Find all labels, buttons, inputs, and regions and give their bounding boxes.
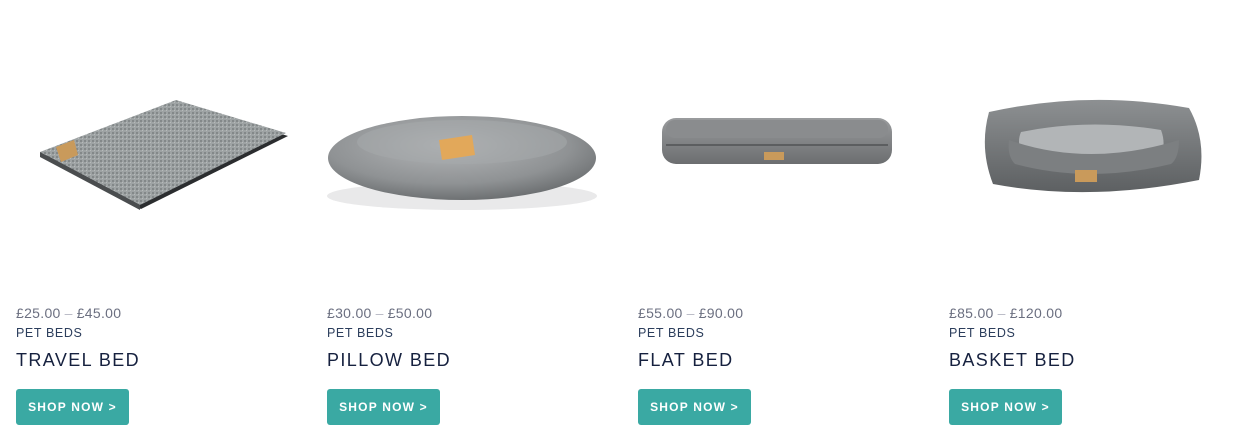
product-card-flat-bed: £55.00– £90.00 PET BEDS FLAT BED SHOP NOW… xyxy=(638,0,938,442)
price-separator: – xyxy=(64,305,73,321)
price-from: £30.00 xyxy=(327,305,372,321)
product-title-link[interactable]: TRAVEL BED xyxy=(16,350,140,371)
shop-now-button[interactable]: SHOP NOW > xyxy=(949,389,1062,425)
price-from: £25.00 xyxy=(16,305,61,321)
product-title-link[interactable]: PILLOW BED xyxy=(327,350,451,371)
basket-bed-image[interactable] xyxy=(949,60,1237,250)
product-card-travel-bed: £25.00– £45.00 PET BEDS TRAVEL BED SHOP N… xyxy=(16,0,316,442)
price-separator: – xyxy=(997,305,1006,321)
price-range: £85.00– £120.00 xyxy=(949,305,1062,321)
price-from: £85.00 xyxy=(949,305,994,321)
price-to: £50.00 xyxy=(387,305,433,321)
price-separator: – xyxy=(375,305,384,321)
price-to: £45.00 xyxy=(76,305,122,321)
price-range: £55.00– £90.00 xyxy=(638,305,743,321)
shop-now-button[interactable]: SHOP NOW > xyxy=(16,389,129,425)
pillow-bed-image[interactable] xyxy=(327,60,615,250)
product-card-basket-bed: £85.00– £120.00 PET BEDS BASKET BED SHOP … xyxy=(949,0,1246,442)
price-separator: – xyxy=(686,305,695,321)
price-to: £120.00 xyxy=(1009,305,1063,321)
shop-now-button[interactable]: SHOP NOW > xyxy=(638,389,751,425)
product-category-link[interactable]: PET BEDS xyxy=(327,326,393,340)
flat-bed-image[interactable] xyxy=(638,60,926,250)
product-card-pillow-bed: £30.00– £50.00 PET BEDS PILLOW BED SHOP N… xyxy=(327,0,627,442)
product-title-link[interactable]: BASKET BED xyxy=(949,350,1076,371)
shop-now-button[interactable]: SHOP NOW > xyxy=(327,389,440,425)
price-from: £55.00 xyxy=(638,305,683,321)
price-to: £90.00 xyxy=(698,305,744,321)
product-category-link[interactable]: PET BEDS xyxy=(16,326,82,340)
product-title-link[interactable]: FLAT BED xyxy=(638,350,734,371)
travel-bed-image[interactable] xyxy=(16,60,304,250)
price-range: £30.00– £50.00 xyxy=(327,305,432,321)
product-grid: £25.00– £45.00 PET BEDS TRAVEL BED SHOP N… xyxy=(0,0,1246,442)
product-category-link[interactable]: PET BEDS xyxy=(638,326,704,340)
price-range: £25.00– £45.00 xyxy=(16,305,121,321)
product-category-link[interactable]: PET BEDS xyxy=(949,326,1015,340)
